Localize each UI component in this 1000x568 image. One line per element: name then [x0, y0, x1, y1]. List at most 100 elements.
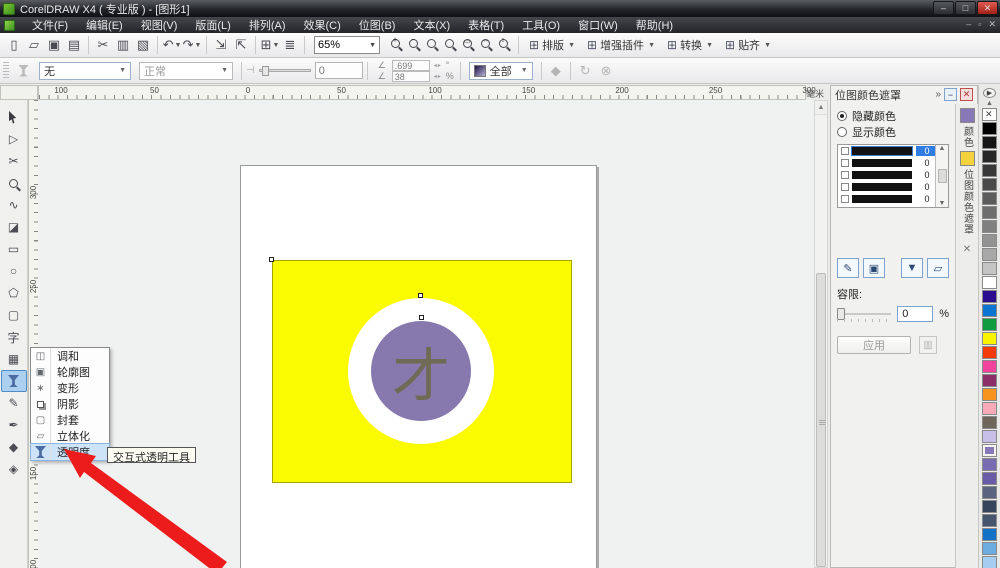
- scroll-up-icon[interactable]: ▲: [939, 145, 946, 152]
- layout-button[interactable]: ⊞排版▼: [523, 35, 581, 55]
- mask-checkbox[interactable]: [841, 159, 849, 167]
- convert-button[interactable]: ⊞转换▼: [661, 35, 719, 55]
- menu-item-0[interactable]: 文件(F): [23, 16, 77, 34]
- angle-value-field[interactable]: .699: [392, 60, 430, 71]
- color-docker-tab-icon[interactable]: [960, 108, 975, 123]
- color-mask-list[interactable]: 00000▲▼: [837, 144, 949, 208]
- scroll-down-icon[interactable]: ▼: [939, 200, 946, 207]
- color-swatch-23[interactable]: [982, 430, 997, 443]
- open-mask-button[interactable]: ▱: [927, 258, 949, 278]
- color-swatch-5[interactable]: [982, 178, 997, 191]
- zoom-out-icon[interactable]: −: [409, 39, 418, 51]
- vertical-ruler[interactable]: 300250200150100: [28, 100, 38, 568]
- new-document-icon[interactable]: ▯: [4, 35, 24, 55]
- selection-handle[interactable]: [418, 293, 423, 298]
- color-swatch-22[interactable]: [982, 416, 997, 429]
- pick-tool[interactable]: [1, 106, 27, 128]
- color-swatch-13[interactable]: [982, 290, 997, 303]
- rectangle-tool[interactable]: ▭: [1, 238, 27, 260]
- mask-row-0[interactable]: 0: [838, 145, 948, 157]
- color-swatch-31[interactable]: [982, 542, 997, 555]
- mask-checkbox[interactable]: [841, 183, 849, 191]
- zoom-width-icon[interactable]: ↔: [481, 39, 490, 51]
- table-tool[interactable]: ▦: [1, 348, 27, 370]
- palette-flyout-button[interactable]: ▶: [983, 88, 996, 98]
- menu-item-9[interactable]: 工具(O): [513, 16, 569, 34]
- spinner-buttons[interactable]: ◂▸: [430, 62, 446, 69]
- transparency-operation-select[interactable]: 正常 ▼: [139, 62, 233, 80]
- ellipse-tool[interactable]: ○: [1, 260, 27, 282]
- color-swatch-1[interactable]: [982, 122, 997, 135]
- color-swatch-14[interactable]: [982, 304, 997, 317]
- flyout-item-4[interactable]: ▢封套: [31, 412, 109, 428]
- menu-item-7[interactable]: 文本(X): [404, 16, 459, 34]
- zoom-height-icon[interactable]: ↕: [499, 39, 508, 51]
- eyedropper-button[interactable]: ✎: [837, 258, 859, 278]
- cut-icon[interactable]: ✂: [93, 35, 113, 55]
- color-swatch-18[interactable]: [982, 360, 997, 373]
- canvas-vertical-scrollbar[interactable]: ▲: [814, 100, 828, 568]
- crop-tool[interactable]: ✂: [1, 150, 27, 172]
- color-swatch-4[interactable]: [982, 164, 997, 177]
- export-icon[interactable]: ⇱: [231, 35, 251, 55]
- flyout-item-5[interactable]: ▱立体化: [31, 428, 109, 444]
- color-swatch-16[interactable]: [982, 332, 997, 345]
- delete-mask-icon[interactable]: ▥: [919, 336, 937, 354]
- redo-icon[interactable]: ↷▼: [182, 35, 202, 55]
- tolerance-slider[interactable]: [837, 313, 891, 315]
- color-swatch-20[interactable]: [982, 388, 997, 401]
- save-icon[interactable]: ▣: [44, 35, 64, 55]
- color-swatch-7[interactable]: [982, 206, 997, 219]
- radio-icon[interactable]: [837, 127, 847, 137]
- menu-item-10[interactable]: 窗口(W): [569, 16, 627, 34]
- zoom-level-combo[interactable]: 65% ▼: [314, 36, 380, 54]
- selection-handle[interactable]: [419, 315, 424, 320]
- flyout-item-1[interactable]: ▣轮廓图: [31, 364, 109, 380]
- flyout-item-0[interactable]: ◫调和: [31, 348, 109, 364]
- artwork-character[interactable]: 才: [371, 321, 471, 421]
- menu-item-8[interactable]: 表格(T): [459, 16, 513, 34]
- zoom-in-icon[interactable]: +: [391, 39, 400, 51]
- doc-control-1[interactable]: ▫: [978, 19, 981, 30]
- close-button[interactable]: ✕: [977, 1, 998, 15]
- flyout-item-6[interactable]: 透明度: [31, 444, 109, 460]
- color-swatch-28[interactable]: [982, 500, 997, 513]
- color-swatch-27[interactable]: [982, 486, 997, 499]
- color-swatch-12[interactable]: [982, 276, 997, 289]
- docker-tab-close-icon[interactable]: ✕: [963, 244, 971, 255]
- menu-item-4[interactable]: 排列(A): [240, 16, 295, 34]
- import-icon[interactable]: ⇲: [211, 35, 231, 55]
- menu-item-2[interactable]: 视图(V): [132, 16, 187, 34]
- color-swatch-30[interactable]: [982, 528, 997, 541]
- fill-tool[interactable]: ◆: [1, 436, 27, 458]
- color-swatch-29[interactable]: [982, 514, 997, 527]
- edge-value-field[interactable]: 38: [392, 71, 430, 82]
- scrollbar-thumb[interactable]: [938, 169, 947, 183]
- doc-control-0[interactable]: –: [966, 19, 971, 30]
- zoom-all-objects-icon[interactable]: [445, 39, 454, 51]
- menu-item-1[interactable]: 编辑(E): [77, 16, 132, 34]
- spinner-buttons[interactable]: ◂▸: [430, 73, 446, 80]
- menu-item-6[interactable]: 位图(B): [350, 16, 405, 34]
- select-color-button[interactable]: ▣: [863, 258, 885, 278]
- transparency-type-select[interactable]: 无 ▼: [39, 62, 131, 80]
- mask-checkbox[interactable]: [841, 195, 849, 203]
- minimize-button[interactable]: –: [933, 1, 954, 15]
- tolerance-value-field[interactable]: 0: [897, 306, 933, 322]
- radio-selected-icon[interactable]: [837, 111, 847, 121]
- mask-row-2[interactable]: 0: [838, 169, 948, 181]
- color-swatch-9[interactable]: [982, 234, 997, 247]
- outline-pen-tool[interactable]: ✒: [1, 414, 27, 436]
- open-icon[interactable]: ▱: [24, 35, 44, 55]
- flyout-item-2[interactable]: ∗变形: [31, 380, 109, 396]
- tolerance-slider-thumb[interactable]: [837, 308, 845, 320]
- basic-shapes-tool[interactable]: ▢: [1, 304, 27, 326]
- menu-item-11[interactable]: 帮助(H): [627, 16, 682, 34]
- paste-icon[interactable]: ▧: [133, 35, 153, 55]
- maximize-button[interactable]: □: [955, 1, 976, 15]
- slider-thumb[interactable]: [262, 66, 269, 76]
- mask-checkbox[interactable]: [841, 171, 849, 179]
- toolbar-grip[interactable]: [3, 62, 9, 80]
- no-color-swatch[interactable]: [982, 108, 997, 121]
- chevron-down-icon[interactable]: ▼: [174, 42, 181, 49]
